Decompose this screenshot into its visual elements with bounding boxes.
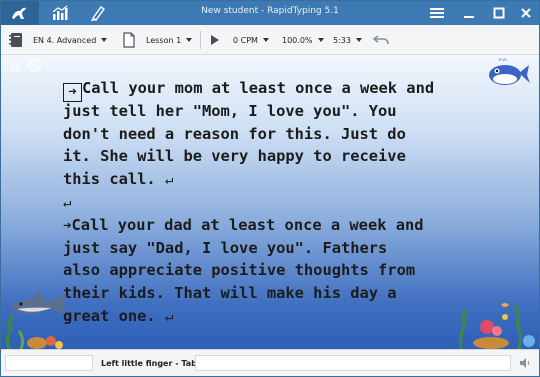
finger-hint: Left little finger - Tab bbox=[101, 359, 197, 368]
zoom-value: 100.0% bbox=[282, 35, 313, 45]
minimize-icon[interactable] bbox=[454, 1, 484, 25]
bubble-decoration bbox=[28, 59, 41, 72]
app-window: New student - RapidTyping 5.1 EN 4. Adva… bbox=[0, 0, 540, 377]
lesson-text: ➜ Call your mom at least once a week and … bbox=[63, 77, 523, 328]
chevron-down-icon bbox=[262, 38, 269, 42]
tab-arrow-icon: ➜ bbox=[68, 84, 77, 100]
undo-icon[interactable] bbox=[373, 25, 389, 55]
speed-value: 0 CPM bbox=[233, 35, 258, 45]
course-dropdown[interactable]: EN 4. Advanced bbox=[33, 25, 108, 55]
chevron-down-icon bbox=[186, 38, 193, 42]
status-cell-left bbox=[5, 355, 93, 371]
text-line: their kids. That will make his day a bbox=[63, 284, 397, 303]
toolbar: EN 4. Advanced Lesson 1 0 CPM 100.0% 5:3… bbox=[1, 25, 539, 55]
typing-area[interactable]: ➜ Call your mom at least once a week and … bbox=[1, 55, 539, 349]
text-line: great one. ↵ bbox=[63, 306, 174, 325]
course-label: EN 4. Advanced bbox=[33, 35, 97, 45]
status-bar: Left little finger - Tab bbox=[1, 349, 539, 376]
lesson-editor-icon[interactable] bbox=[79, 1, 117, 25]
text-line: don't need a reason for this. Just do bbox=[63, 124, 406, 143]
statistics-icon[interactable] bbox=[41, 1, 79, 25]
maximize-icon[interactable] bbox=[484, 1, 514, 25]
text-line: ↵ bbox=[63, 191, 523, 214]
lesson-page-icon bbox=[123, 25, 135, 55]
bubble-decoration bbox=[11, 63, 20, 72]
toolbar-divider bbox=[200, 31, 201, 49]
time-dropdown[interactable]: 5:33 bbox=[333, 25, 362, 55]
enter-arrow-icon: ↵ bbox=[63, 194, 72, 211]
hamburger-menu-icon[interactable] bbox=[422, 1, 452, 25]
text-line: just tell her "Mom, I love you". You bbox=[63, 101, 397, 120]
student-notebook-icon[interactable] bbox=[9, 25, 23, 55]
kangaroo-logo-icon[interactable] bbox=[1, 1, 39, 25]
speed-dropdown[interactable]: 0 CPM bbox=[233, 25, 269, 55]
lesson-label: Lesson 1 bbox=[146, 35, 182, 45]
title-bar: New student - RapidTyping 5.1 bbox=[1, 1, 539, 25]
seaweed-decoration bbox=[5, 314, 63, 349]
play-button[interactable] bbox=[210, 25, 220, 55]
chevron-down-icon bbox=[317, 38, 324, 42]
text-line: also appreciate positive thoughts from bbox=[63, 261, 416, 280]
close-icon[interactable] bbox=[511, 1, 539, 25]
chevron-down-icon bbox=[355, 38, 362, 42]
enter-arrow-icon: ↵ bbox=[164, 172, 174, 189]
lesson-dropdown[interactable]: Lesson 1 bbox=[146, 25, 193, 55]
text-line: ➜Call your dad at least once a week and bbox=[63, 215, 424, 234]
zoom-dropdown[interactable]: 100.0% bbox=[282, 25, 324, 55]
text-line: ➜ Call your mom at least once a week and bbox=[63, 77, 523, 102]
text-line: this call. ↵ bbox=[63, 170, 174, 189]
speaker-icon[interactable] bbox=[519, 357, 531, 371]
enter-arrow-icon: ↵ bbox=[164, 308, 174, 325]
time-value: 5:33 bbox=[333, 35, 351, 45]
status-cell-right bbox=[195, 355, 511, 371]
chevron-down-icon bbox=[101, 38, 108, 42]
text-line: it. She will be very happy to receive bbox=[63, 147, 406, 166]
text-line: just say "Dad, I love you". Fathers bbox=[63, 238, 388, 257]
